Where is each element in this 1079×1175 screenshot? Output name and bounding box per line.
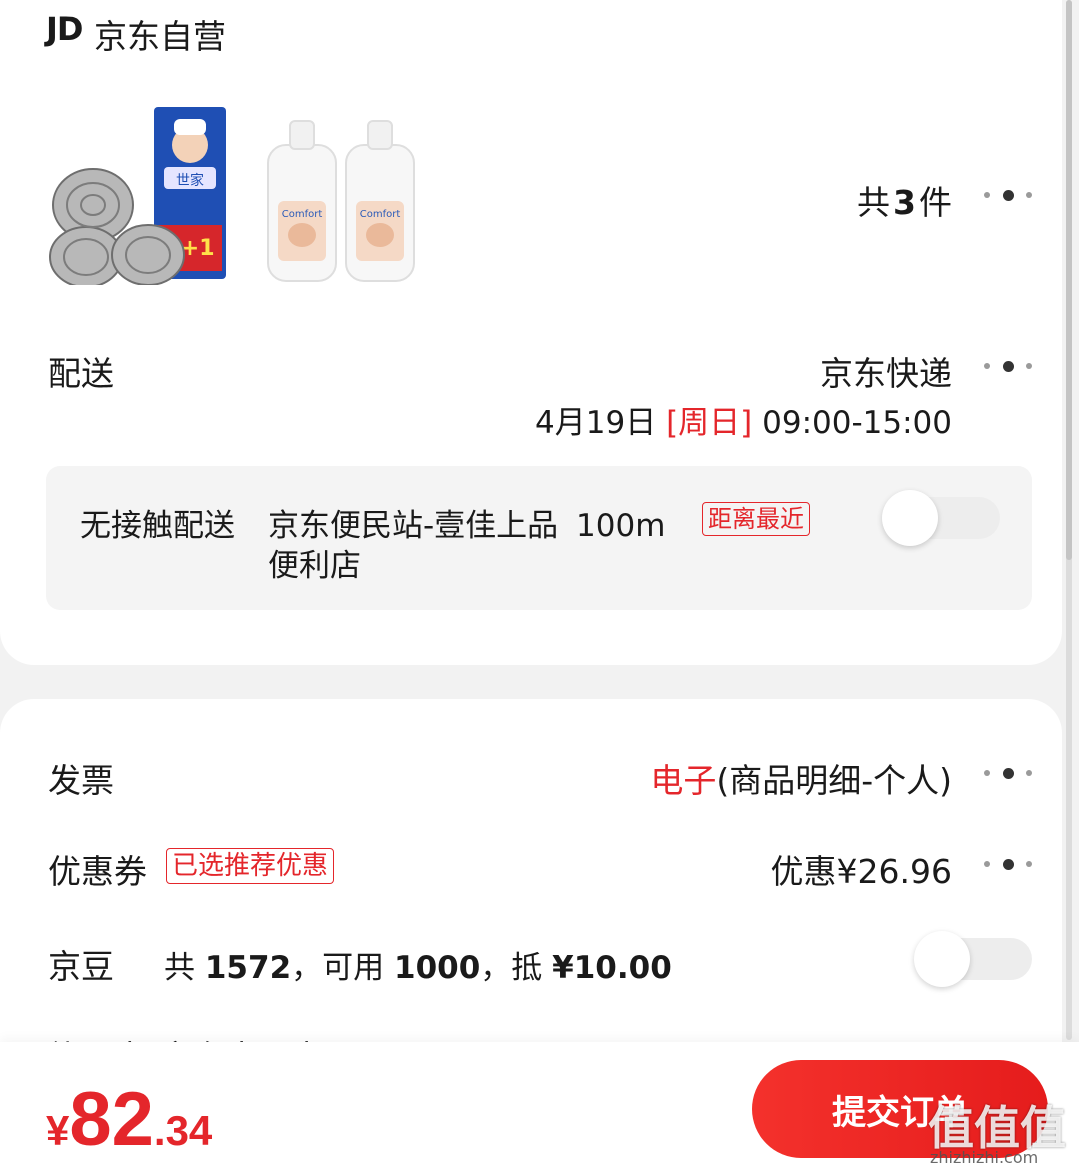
- order-total: ¥82.34: [46, 1076, 212, 1163]
- pickup-station-name: 京东便民站-壹佳上品 100m: [268, 500, 665, 545]
- delivery-timeslot: 09:00-15:00: [762, 405, 952, 441]
- jingdou-total-prefix: 共: [164, 950, 195, 986]
- contactless-label: 无接触配送: [80, 508, 235, 544]
- total-decimal: .34: [153, 1107, 213, 1154]
- svg-text:Comfort: Comfort: [282, 209, 323, 220]
- invoice-value[interactable]: 电子(商品明细-个人): [650, 754, 952, 802]
- pickup-station-line2: 便利店: [268, 548, 361, 584]
- delivery-date: 4月19日: [535, 405, 657, 441]
- delivery-carrier[interactable]: 京东快递: [820, 347, 952, 395]
- svg-text:Comfort: Comfort: [360, 209, 401, 220]
- jingdou-total: 1572: [204, 950, 292, 986]
- invoice-label: 发票: [48, 761, 114, 800]
- invoice-type: 电子: [650, 761, 717, 800]
- invoice-detail: (商品明细-个人): [716, 761, 952, 800]
- more-dots-icon[interactable]: [984, 359, 1032, 373]
- total-integer: 82: [69, 1077, 154, 1162]
- pickup-station-line1: 京东便民站-壹佳上品: [268, 508, 559, 544]
- jd-logo: JD: [46, 10, 83, 48]
- item-count-number: 3: [893, 183, 916, 222]
- jingdou-deduct-amount: ¥10.00: [552, 950, 672, 986]
- toggle-knob: [882, 490, 938, 546]
- delivery-time[interactable]: 4月19日 [周日] 09:00-15:00: [535, 397, 952, 442]
- currency-symbol: ¥: [46, 1107, 70, 1154]
- nearest-badge: 距离最近: [702, 502, 810, 536]
- item-count[interactable]: 共3件: [857, 176, 952, 224]
- jingdou-info: 共 1572，可用 1000，抵 ¥10.00: [164, 942, 672, 987]
- jingdou-available: 1000: [394, 950, 481, 986]
- jingdou-available-prefix: ，可用: [291, 950, 385, 986]
- steel-wool-scrubber-product-image[interactable]: 世家 2+1: [48, 105, 230, 288]
- coupon-badge: 已选推荐优惠: [166, 848, 335, 884]
- jingdou-deduct-prefix: ，抵: [480, 950, 543, 986]
- coupon-label: 优惠券: [48, 852, 147, 891]
- scrollbar-thumb[interactable]: [1066, 0, 1072, 560]
- contactless-toggle[interactable]: [882, 490, 1000, 546]
- order-shop-card: JD 京东自营 世家 2+1 Comfort Comfort 共3件 配送 京东…: [0, 0, 1062, 665]
- pickup-distance: 100m: [576, 508, 666, 544]
- jingdou-label: 京豆: [48, 947, 114, 986]
- delivery-label: 配送: [48, 354, 114, 393]
- delivery-weekday: [周日]: [666, 405, 753, 441]
- coupon-value[interactable]: 优惠¥26.96: [771, 845, 952, 893]
- jingdou-toggle[interactable]: [914, 931, 1032, 987]
- fabric-softener-bottles-product-image[interactable]: Comfort Comfort: [254, 105, 432, 285]
- item-count-suffix: 件: [919, 183, 952, 222]
- svg-text:世家: 世家: [176, 172, 204, 189]
- more-dots-icon[interactable]: [984, 188, 1032, 202]
- more-dots-icon[interactable]: [984, 766, 1032, 780]
- toggle-knob: [914, 931, 970, 987]
- watermark-url: zhizhizhi.com: [930, 1148, 1039, 1167]
- site-watermark: 值值值 zhizhizhi.com: [928, 1092, 1076, 1172]
- scrollbar[interactable]: [1066, 0, 1072, 1040]
- more-dots-icon[interactable]: [984, 857, 1032, 871]
- shop-name: 京东自营: [94, 17, 226, 56]
- item-count-prefix: 共: [857, 183, 891, 222]
